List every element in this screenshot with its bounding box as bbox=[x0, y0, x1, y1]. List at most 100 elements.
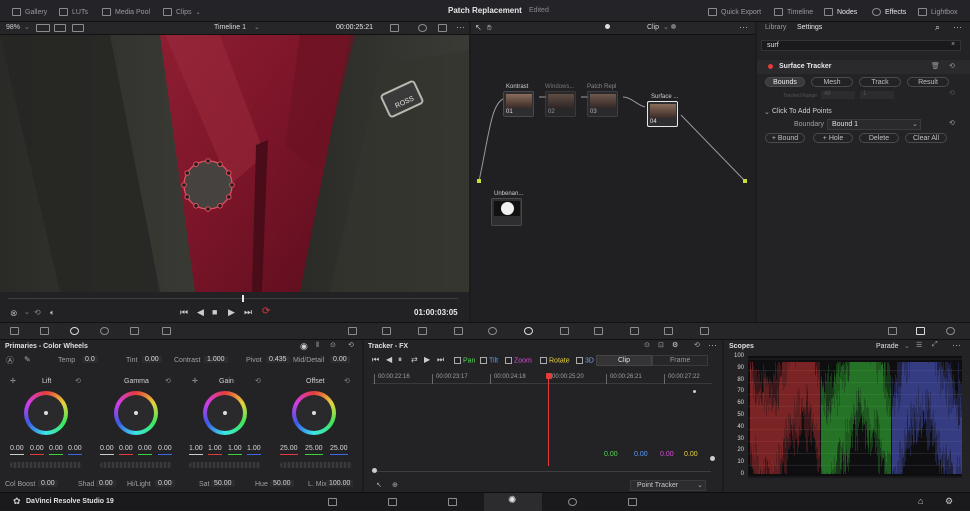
mid-detail-value[interactable]: 0.00 bbox=[330, 356, 350, 363]
track-reverse-icon[interactable]: ◀ bbox=[386, 355, 392, 364]
info-icon[interactable] bbox=[946, 327, 955, 335]
pointer-icon[interactable]: ↖ bbox=[475, 23, 482, 32]
view-mode-icon[interactable] bbox=[36, 24, 50, 32]
skip-end-icon[interactable]: ⏭ bbox=[244, 307, 252, 318]
lift-wheel[interactable] bbox=[24, 391, 68, 435]
sat-value[interactable]: 50.00 bbox=[211, 480, 235, 487]
stop-icon[interactable]: ■ bbox=[212, 307, 217, 317]
lum-mix-value[interactable]: 100.00 bbox=[326, 480, 354, 487]
interactive-icon[interactable]: ⚙︎ bbox=[672, 341, 678, 349]
fullscreen-icon[interactable] bbox=[438, 24, 447, 32]
rgb-mixer-icon[interactable] bbox=[130, 327, 139, 335]
split-icon[interactable] bbox=[54, 24, 66, 32]
lift-g[interactable]: 0.00 bbox=[49, 445, 63, 452]
tracker-control-point[interactable] bbox=[193, 202, 199, 209]
gain-r[interactable]: 1.00 bbox=[208, 445, 222, 452]
scroll-handle-right[interactable] bbox=[710, 456, 715, 461]
tracker-control-point[interactable] bbox=[193, 161, 199, 168]
gallery-button[interactable]: Gallery bbox=[12, 6, 47, 18]
media-page-icon[interactable] bbox=[328, 498, 337, 506]
tilt-toggle[interactable]: Tilt bbox=[480, 357, 498, 364]
reset-icon[interactable]: ⟲ bbox=[694, 341, 700, 349]
clear-search-icon[interactable]: × bbox=[951, 41, 955, 48]
offset-g[interactable]: 25.00 bbox=[305, 445, 323, 452]
tracker-control-point[interactable] bbox=[229, 182, 235, 188]
tracker-type-select[interactable]: Point Tracker ⌄ bbox=[630, 480, 706, 491]
3d-toggle[interactable]: 3D bbox=[576, 357, 594, 364]
tab-library[interactable]: Library bbox=[765, 24, 786, 31]
color-warper-icon[interactable] bbox=[382, 327, 391, 335]
tracker-control-point[interactable] bbox=[217, 202, 223, 209]
play-icon[interactable]: ▶ bbox=[228, 307, 235, 318]
playhead[interactable] bbox=[242, 295, 244, 302]
result-tab-button[interactable]: Result bbox=[907, 77, 949, 87]
gamma-r[interactable]: 0.00 bbox=[119, 445, 133, 452]
lift-b[interactable]: 0.00 bbox=[68, 445, 82, 452]
scroll-handle-left[interactable] bbox=[372, 468, 377, 473]
gain-wheel[interactable] bbox=[203, 391, 247, 435]
crosshair-icon[interactable]: ✛ bbox=[10, 377, 16, 385]
more-icon[interactable]: ⋯ bbox=[708, 340, 717, 351]
reset-icon[interactable]: ⟲ bbox=[255, 377, 261, 385]
viewer-image[interactable]: ROSS bbox=[0, 35, 469, 292]
skip-back-icon[interactable]: ⏮ bbox=[372, 355, 379, 365]
search-icon[interactable]: ⌕ bbox=[935, 22, 940, 33]
clear-all-button[interactable]: Clear All bbox=[905, 133, 947, 143]
log-mode-icon[interactable]: ⊙ bbox=[330, 341, 336, 349]
pointer-icon[interactable]: ↖ bbox=[376, 481, 382, 489]
qualifier-icon[interactable] bbox=[418, 327, 427, 335]
clips-button[interactable]: Clips ⌄ bbox=[163, 6, 201, 18]
boundary-select[interactable]: Bound 1 ⌄ bbox=[827, 119, 921, 130]
tracker-icon[interactable] bbox=[524, 327, 533, 335]
hdr-wheels-icon[interactable] bbox=[100, 327, 109, 335]
lift-r[interactable]: 0.00 bbox=[30, 445, 44, 452]
gain-g[interactable]: 1.00 bbox=[228, 445, 242, 452]
pivot-value[interactable]: 0.435 bbox=[266, 356, 290, 363]
tracker-control-point[interactable] bbox=[184, 194, 191, 200]
wheel-center[interactable] bbox=[223, 411, 227, 415]
col-boost-value[interactable]: 0.00 bbox=[38, 480, 58, 487]
nodes-button[interactable]: Nodes bbox=[824, 6, 857, 18]
lift-master-slider[interactable] bbox=[10, 462, 82, 468]
wheel-center[interactable] bbox=[134, 411, 138, 415]
bars-mode-icon[interactable]: ⦀ bbox=[316, 342, 319, 350]
contrast-value[interactable]: 1.000 bbox=[204, 356, 228, 363]
camera-raw-icon[interactable] bbox=[10, 327, 19, 335]
track-both-icon[interactable]: ⇄ bbox=[411, 355, 418, 364]
frame-mode-button[interactable]: Frame bbox=[652, 355, 708, 366]
gamma-g[interactable]: 0.00 bbox=[138, 445, 152, 452]
camera-icon[interactable]: ⊡ bbox=[658, 341, 664, 349]
monitor-icon[interactable] bbox=[390, 24, 399, 32]
home-icon[interactable]: ⌂ bbox=[918, 496, 923, 506]
wheel-center[interactable] bbox=[312, 411, 316, 415]
track-tab-button[interactable]: Track bbox=[859, 77, 901, 87]
offset-b[interactable]: 25.00 bbox=[330, 445, 348, 452]
range-start-field[interactable]: 48 bbox=[821, 91, 855, 99]
scrubber-track[interactable] bbox=[8, 298, 458, 299]
cut-page-icon[interactable] bbox=[388, 498, 397, 506]
add-tracker-icon[interactable]: ⊕ bbox=[392, 481, 398, 489]
lightbox-button[interactable]: Lightbox bbox=[918, 6, 957, 18]
picker-icon[interactable]: ✛ bbox=[192, 377, 198, 385]
gamma-wheel[interactable] bbox=[114, 391, 158, 435]
tracker-playhead-handle[interactable] bbox=[546, 373, 552, 379]
gain-y[interactable]: 1.00 bbox=[189, 445, 203, 452]
gamma-y[interactable]: 0.00 bbox=[100, 445, 114, 452]
skip-forward-icon[interactable]: ⏭ bbox=[437, 355, 444, 365]
gamma-master-slider[interactable] bbox=[100, 462, 172, 468]
tracker-control-point[interactable] bbox=[225, 170, 232, 176]
eyedropper-icon[interactable] bbox=[454, 327, 463, 335]
bounds-tab-button[interactable]: Bounds bbox=[765, 77, 805, 87]
color-match-icon[interactable] bbox=[40, 327, 49, 335]
temp-value[interactable]: 0.0 bbox=[82, 356, 98, 363]
curves-icon[interactable] bbox=[348, 327, 357, 335]
reset-icon[interactable]: ⟲ bbox=[348, 341, 354, 349]
rotate-toggle[interactable]: Rotate bbox=[540, 357, 570, 364]
lightbox-icon[interactable] bbox=[888, 327, 897, 335]
offset-wheel[interactable] bbox=[292, 391, 336, 435]
media-pool-button[interactable]: Media Pool bbox=[102, 6, 150, 18]
auto-balance-icon[interactable]: Ⓐ bbox=[6, 355, 14, 366]
edit-page-icon[interactable] bbox=[448, 498, 457, 506]
clip-mode-button[interactable]: Clip bbox=[596, 355, 652, 366]
tracker-control-point[interactable] bbox=[184, 170, 191, 176]
